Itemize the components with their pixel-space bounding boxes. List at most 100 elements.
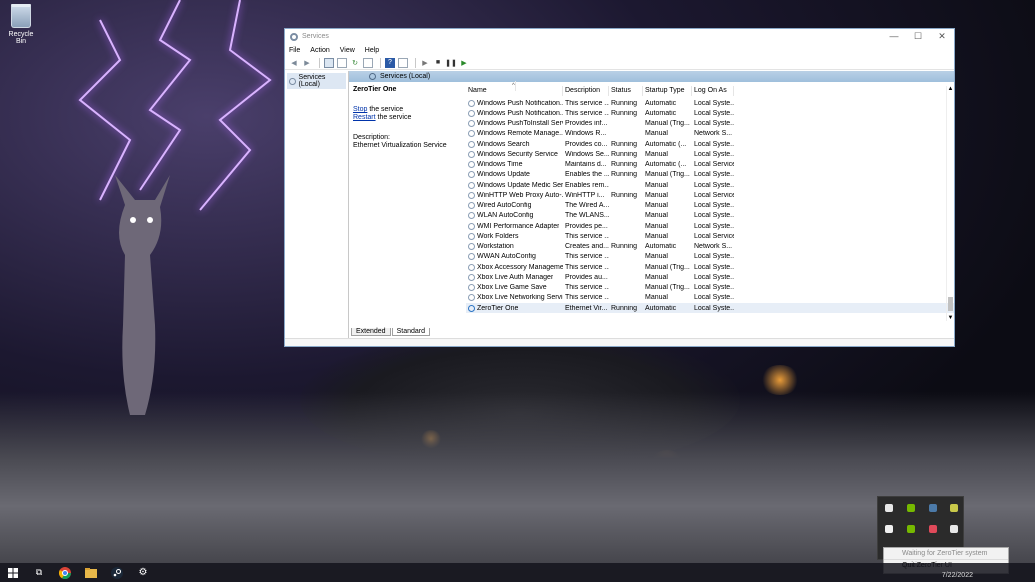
service-log-on-as-cell: Local Syste...: [694, 253, 734, 261]
services-list[interactable]: ^ Name Description Status Startup Type L…: [466, 81, 954, 321]
column-header-startup-type[interactable]: Startup Type: [643, 86, 692, 96]
tab-standard[interactable]: Standard: [391, 328, 431, 336]
taskbar: ⧉ ⚙ 7/22/2022: [0, 563, 1035, 582]
discord-icon[interactable]: [929, 525, 937, 533]
headset-icon[interactable]: [950, 504, 958, 512]
pause-service-icon[interactable]: ❚❚: [445, 58, 457, 68]
scroll-thumb[interactable]: [948, 297, 953, 311]
tab-extended[interactable]: Extended: [351, 328, 391, 336]
restart-service-icon[interactable]: ▶: [459, 58, 469, 68]
table-row[interactable]: Windows Remote Manage... Windows R... Manu…: [466, 129, 954, 139]
column-header-log-on-as[interactable]: Log On As: [692, 86, 734, 96]
nvidia-icon[interactable]: [907, 525, 915, 533]
menu-file[interactable]: File: [289, 47, 300, 54]
toolbar-separator: [380, 57, 381, 68]
table-row[interactable]: Xbox Accessory Manageme... This service .…: [466, 262, 954, 272]
chrome-icon[interactable]: [52, 563, 78, 582]
table-row[interactable]: Windows Security Service Windows Se... Run…: [466, 149, 954, 159]
restart-line: Restart the service: [353, 114, 463, 122]
settings-gear-icon[interactable]: ⚙: [130, 563, 156, 582]
steam-icon[interactable]: [929, 504, 937, 512]
export-list-icon[interactable]: [363, 57, 373, 68]
service-status-cell: Running: [611, 304, 638, 312]
taskbar-clock[interactable]: 7/22/2022: [942, 572, 973, 579]
service-gear-icon: [468, 232, 475, 240]
help-icon[interactable]: ?: [385, 57, 395, 68]
service-name-cell: Wired AutoConfig: [466, 202, 563, 210]
recycle-bin[interactable]: Recycle Bin: [4, 4, 38, 45]
service-name-text: Wired AutoConfig: [477, 202, 532, 210]
start-service-icon[interactable]: ▶: [420, 58, 430, 68]
table-row[interactable]: WLAN AutoConfig The WLANS... Manual Local S…: [466, 211, 954, 221]
console-icon[interactable]: [398, 57, 408, 68]
table-row[interactable]: Workstation Creates and... Running Automati…: [466, 242, 954, 252]
table-row[interactable]: Windows Update Medic Ser... Enables rem..…: [466, 180, 954, 190]
task-view-button[interactable]: ⧉: [26, 563, 52, 582]
properties-icon[interactable]: [337, 57, 347, 68]
forward-arrow-icon[interactable]: ▶: [302, 58, 312, 68]
maximize-button[interactable]: ☐: [906, 31, 930, 42]
menu-help[interactable]: Help: [365, 47, 379, 54]
service-description-cell: Provides pe...: [565, 222, 608, 230]
table-row[interactable]: Xbox Live Networking Service This service…: [466, 293, 954, 303]
column-header-description[interactable]: Description: [563, 86, 609, 96]
table-row[interactable]: Windows Search Provides co... Running Autom…: [466, 139, 954, 149]
service-description-cell: This service ...: [565, 263, 609, 271]
table-row[interactable]: Windows Update Enables the ... Running Manu…: [466, 170, 954, 180]
table-row[interactable]: WinHTTP Web Proxy Auto-... WinHTTP i... Ru…: [466, 190, 954, 200]
table-row[interactable]: Work Folders This service ... Manual Local …: [466, 231, 954, 241]
table-row[interactable]: Wired AutoConfig The Wired A... Manual Loca…: [466, 201, 954, 211]
table-row[interactable]: ZeroTier One Ethernet Vir... Running Automa…: [466, 303, 954, 314]
vortex-icon[interactable]: [885, 525, 893, 533]
stop-suffix: the service: [367, 106, 404, 113]
table-row[interactable]: Windows PushToInstall Serv... Provides in…: [466, 119, 954, 129]
service-status-cell: Running: [611, 161, 638, 169]
stop-service-link[interactable]: Stop: [353, 106, 367, 113]
menu-view[interactable]: View: [340, 47, 355, 54]
menu-action[interactable]: Action: [310, 47, 329, 54]
file-explorer-icon[interactable]: [78, 563, 104, 582]
steam-taskbar-icon[interactable]: [104, 563, 130, 582]
close-button[interactable]: ✕: [930, 31, 954, 42]
shield-icon[interactable]: [950, 525, 958, 533]
table-row[interactable]: Xbox Live Auth Manager Provides au... Manu…: [466, 272, 954, 282]
service-name-text: Windows Push Notification...: [477, 99, 563, 107]
service-name-text: Windows Update Medic Ser...: [477, 181, 563, 189]
table-row[interactable]: Windows Push Notification... This service…: [466, 98, 954, 108]
stop-service-icon[interactable]: ■: [433, 58, 443, 68]
back-arrow-icon[interactable]: ◀: [289, 58, 299, 68]
service-description-cell: Provides inf...: [565, 120, 608, 128]
service-name-text: Windows Time: [477, 161, 523, 169]
show-hide-tree-icon[interactable]: [324, 57, 334, 68]
nvidia-icon[interactable]: [907, 504, 915, 512]
service-description-cell: Enables the ...: [565, 171, 609, 179]
column-header-status[interactable]: Status: [609, 86, 643, 96]
service-description-cell: This service ...: [565, 294, 609, 302]
tray-app-icon[interactable]: [885, 504, 893, 512]
title-bar[interactable]: Services — ☐ ✕: [285, 29, 954, 44]
table-row[interactable]: Xbox Live Game Save This service ... Manua…: [466, 283, 954, 293]
vertical-scrollbar[interactable]: ▲ ▼: [946, 86, 954, 321]
restart-service-link[interactable]: Restart: [353, 114, 376, 121]
table-row[interactable]: Windows Time Maintains d... Running Automat…: [466, 160, 954, 170]
service-name-cell: Windows Security Service: [466, 150, 563, 158]
services-app-icon: [290, 32, 298, 41]
service-status-cell: Running: [611, 243, 638, 251]
service-startup-type-cell: Manual (Trig...: [645, 171, 690, 179]
table-row[interactable]: Windows Push Notification... This service…: [466, 108, 954, 118]
minimize-button[interactable]: —: [882, 31, 906, 42]
service-name-cell: Windows Time: [466, 161, 563, 169]
tree-node-services-local[interactable]: Services (Local): [287, 73, 346, 89]
table-row[interactable]: WMI Performance Adapter Provides pe... Man…: [466, 221, 954, 231]
start-button[interactable]: [0, 563, 26, 582]
table-row[interactable]: WWAN AutoConfig This service ... Manual Loc…: [466, 252, 954, 262]
service-name-cell: Xbox Live Networking Service: [466, 294, 563, 302]
scroll-up-icon[interactable]: ▲: [947, 86, 954, 92]
service-rows: Windows Push Notification... This service…: [466, 98, 954, 314]
scroll-down-icon[interactable]: ▼: [947, 315, 954, 321]
service-name-cell: Workstation: [466, 243, 563, 251]
refresh-icon[interactable]: ↻: [350, 58, 360, 68]
service-log-on-as-cell: Local Syste...: [694, 109, 734, 117]
service-name-cell: Windows Remote Manage...: [466, 130, 563, 138]
services-window[interactable]: Services — ☐ ✕ File Action View Help ◀ ▶…: [284, 28, 955, 347]
